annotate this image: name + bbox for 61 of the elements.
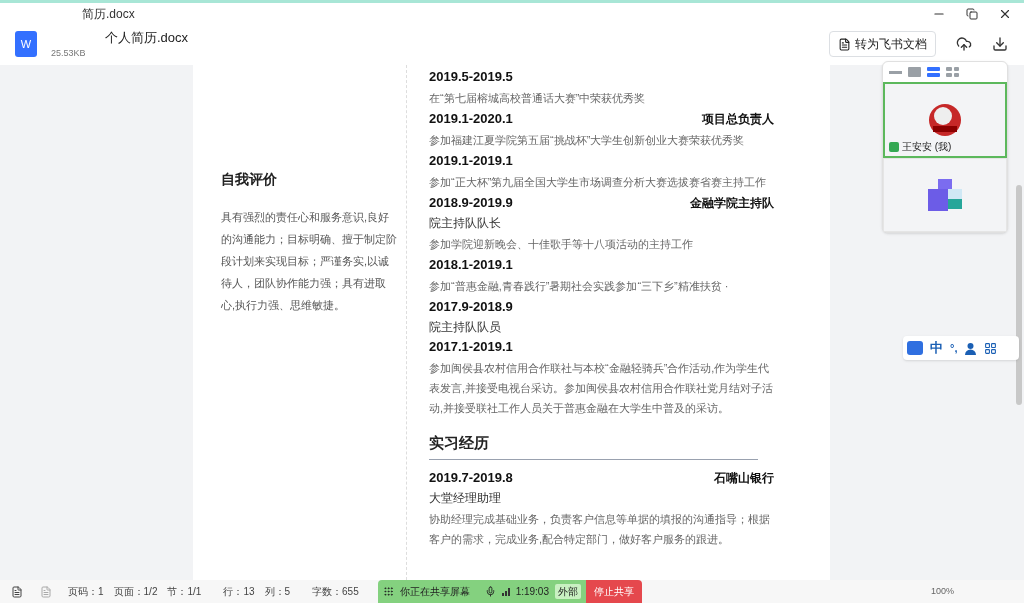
participant-tile[interactable] xyxy=(883,158,1007,232)
entry-description: 协助经理完成基础业务，负责客户信息等单据的填报的沟通指导；根据客户的需求，完成业务,配合特定部门，做好客户服务的跟进。 xyxy=(429,512,771,547)
entry-date: 2019.1-2020.1 xyxy=(429,110,513,129)
grid-layout-icon[interactable] xyxy=(946,67,959,77)
file-name: 个人简历.docx xyxy=(105,28,189,47)
entry-description: 参加福建江夏学院第五届“挑战杯”大学生创新创业大赛荣获优秀奖 xyxy=(429,133,746,148)
status-item: 行：13 xyxy=(223,585,255,599)
entry-date: 2018.9-2019.9 xyxy=(429,194,513,213)
external-tag: 外部 xyxy=(555,584,581,599)
entry-date: 2019.5-2019.5 xyxy=(429,68,513,87)
outline-icon[interactable] xyxy=(11,585,23,598)
entry-date: 2017.1-2019.1 xyxy=(429,338,513,357)
status-item: 列：5 xyxy=(264,585,291,599)
drag-handle-icon[interactable] xyxy=(383,586,394,597)
entry-date: 2017.9-2018.9 xyxy=(429,298,513,317)
entry-description: 参加学院迎新晚会、十佳歌手等十八项活动的主持工作 xyxy=(429,237,694,252)
entry-position: 大堂经理助理 xyxy=(429,490,502,507)
avatar-icon xyxy=(928,179,962,211)
stacked-layout-icon[interactable] xyxy=(927,67,940,77)
status-item: 字数：655 xyxy=(312,585,359,599)
avatar-icon xyxy=(927,102,963,138)
ime-mode[interactable]: 中 xyxy=(930,338,943,358)
zoom-level: 100% xyxy=(930,584,954,598)
entry-description: 参加闽侯县农村信用合作联社与本校“金融轻骑兵”合作活动,作为学生代表发言,并接受电视台采访。参加闽侯县农村信用合作联社党月结对子活动,并接受联社工作人员关于普惠金融在大学生中普及的采访。 xyxy=(429,361,774,416)
scrollbar[interactable] xyxy=(1016,185,1022,405)
status-item: 页面：1/2 xyxy=(113,585,158,599)
close-icon[interactable] xyxy=(998,7,1012,21)
entry-role: 金融学院主持队 xyxy=(690,195,774,212)
convert-button[interactable]: 转为飞书文档 xyxy=(829,31,936,57)
entry-position: 院主持队队长 xyxy=(429,215,502,232)
section-heading: 自我评价 xyxy=(221,170,278,189)
section-heading: 实习经历 xyxy=(429,434,489,451)
entry-role: 项目总负责人 xyxy=(702,111,774,128)
restore-icon[interactable] xyxy=(966,8,978,20)
word-file-icon: W xyxy=(15,31,37,57)
share-timer: 1:19:03 xyxy=(515,585,549,599)
entry-position: 院主持队队员 xyxy=(429,319,502,336)
entry-description: 在“第七届榕城高校普通话大赛”中荣获优秀奖 xyxy=(429,91,647,106)
grid-icon[interactable] xyxy=(984,341,998,355)
ime-punctuation[interactable]: °, xyxy=(950,339,958,357)
document-icon xyxy=(838,37,851,51)
share-status-text: 你正在共享屏幕 xyxy=(400,585,470,599)
entry-date: 2019.1-2019.1 xyxy=(429,152,513,171)
entry-description: 参加“普惠金融,青春践行”暑期社会实践参加“三下乡”精准扶贫 · xyxy=(429,279,730,294)
entry-date: 2018.1-2019.1 xyxy=(429,256,513,275)
entry-date: 2019.7-2019.8 xyxy=(429,469,513,488)
cloud-upload-icon[interactable] xyxy=(956,36,972,52)
stop-sharing-button[interactable]: 停止共享 xyxy=(586,580,642,603)
status-item: 页码：1 xyxy=(68,585,104,599)
signal-icon xyxy=(501,587,510,596)
entry-role: 石嘴山银行 xyxy=(714,470,774,487)
window-title: 简历.docx xyxy=(82,6,135,23)
entry-description: 参加“正大杯”第九届全国大学生市场调查分析大赛选拔赛省赛主持工作 xyxy=(429,175,768,190)
person-icon[interactable] xyxy=(964,341,978,355)
file-size: 25.53KB xyxy=(51,47,87,60)
participant-tile[interactable]: 王安安 (我) xyxy=(883,82,1007,158)
participant-name: 王安安 (我) xyxy=(902,140,952,154)
status-item: 节：1/1 xyxy=(167,585,202,599)
self-evaluation-text: 具有强烈的责任心和服务意识,良好的沟通能力；目标明确、擅于制定阶段计划来实现目标；严谨务实,以诚待人，团队协作能力强；具有进取心,执行力强、思维敏捷。 xyxy=(221,210,398,313)
download-icon[interactable] xyxy=(992,36,1008,52)
microphone-icon[interactable] xyxy=(484,586,496,597)
